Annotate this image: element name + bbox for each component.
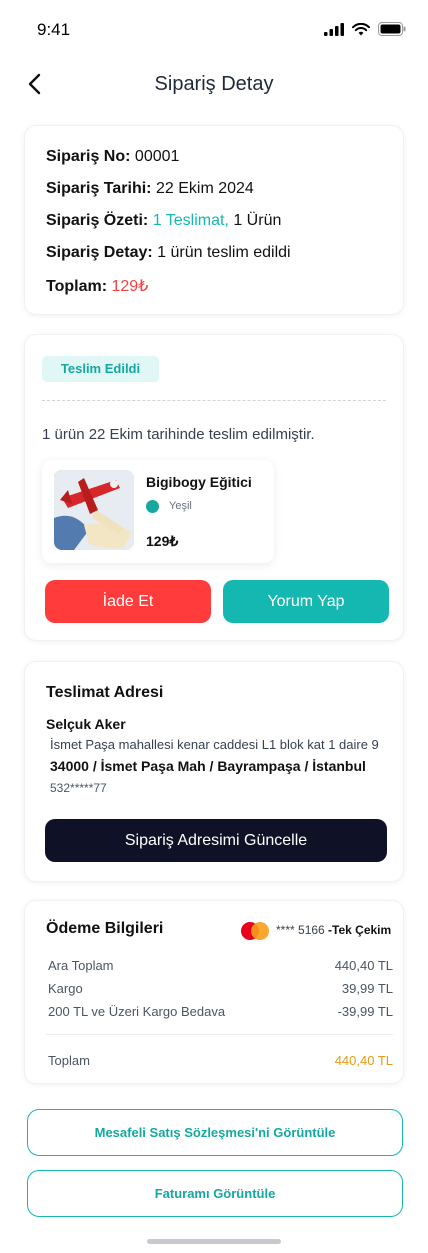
payment-row-value: 39,99 TL bbox=[341, 981, 393, 996]
payment-row: 200 TL ve Üzeri Kargo Bedava -39,99 TL bbox=[48, 1004, 393, 1019]
payment-total-value: 440,40 TL bbox=[334, 1053, 393, 1068]
toy-airplane-image bbox=[54, 470, 134, 550]
return-button[interactable]: İade Et bbox=[45, 580, 211, 623]
payment-row: Ara Toplam 440,40 TL bbox=[48, 958, 393, 973]
order-summary-label: Sipariş Özeti: bbox=[46, 212, 149, 229]
home-indicator bbox=[147, 1239, 281, 1244]
order-date-label: Sipariş Tarihi: bbox=[46, 180, 152, 197]
order-summary-card: Sipariş No: 00001 Sipariş Tarihi: 22 Eki… bbox=[24, 125, 404, 315]
product-image bbox=[54, 470, 134, 550]
status-bar: 9:41 bbox=[0, 0, 428, 60]
update-address-button[interactable]: Sipariş Adresimi Güncelle bbox=[45, 819, 387, 862]
product-color: Yeşil bbox=[169, 500, 192, 512]
order-total-label: Toplam: bbox=[46, 278, 108, 295]
view-contract-button[interactable]: Mesafeli Satış Sözleşmesi'ni Görüntüle bbox=[27, 1109, 403, 1156]
payment-row: Kargo 39,99 TL bbox=[48, 981, 393, 996]
order-detail-value: 1 ürün teslim edildi bbox=[157, 244, 291, 261]
order-detail-row: Sipariş Detay: 1 ürün teslim edildi bbox=[46, 244, 291, 262]
payment-info-card: Ödeme Bilgileri **** 5166 -Tek Çekim Ara… bbox=[24, 900, 404, 1084]
payment-row-label: 200 TL ve Üzeri Kargo Bedava bbox=[48, 1004, 226, 1019]
address-line: İsmet Paşa mahallesi kenar caddesi L1 bl… bbox=[50, 737, 379, 752]
color-swatch bbox=[146, 500, 159, 513]
battery-icon bbox=[378, 22, 406, 36]
mastercard-icon bbox=[241, 922, 269, 940]
payment-row-label: Kargo bbox=[48, 981, 83, 996]
payment-total-label: Toplam bbox=[48, 1053, 90, 1068]
product-name: Bigibogy Eğitici bbox=[146, 474, 252, 490]
address-phone: 532*****77 bbox=[50, 781, 107, 795]
order-no-value: 00001 bbox=[134, 148, 180, 165]
order-detail-label: Sipariş Detay: bbox=[46, 244, 153, 261]
divider bbox=[46, 1034, 393, 1035]
card-payment-type: -Tek Çekim bbox=[324, 923, 392, 937]
status-icons bbox=[324, 22, 406, 36]
card-number: **** 5166 bbox=[276, 923, 325, 937]
order-date-row: Sipariş Tarihi: 22 Ekim 2024 bbox=[46, 180, 254, 198]
recipient-name: Selçuk Aker bbox=[46, 716, 126, 732]
status-badge: Teslim Edildi bbox=[42, 356, 159, 382]
order-summary-items: 1 Ürün bbox=[228, 212, 282, 229]
delivery-address-card: Teslimat Adresi Selçuk Aker İsmet Paşa m… bbox=[24, 661, 404, 882]
divider bbox=[42, 400, 386, 401]
delivery-card: Teslim Edildi 1 ürün 22 Ekim tarihinde t… bbox=[24, 334, 404, 641]
order-no-row: Sipariş No: 00001 bbox=[46, 148, 179, 166]
order-no-label: Sipariş No: bbox=[46, 148, 131, 165]
wifi-icon bbox=[352, 22, 370, 35]
payment-row-value: -39,99 TL bbox=[337, 1004, 393, 1019]
order-total-value: 129₺ bbox=[111, 278, 149, 295]
payment-total-row: Toplam 440,40 TL bbox=[48, 1053, 393, 1068]
page-title: Sipariş Detay bbox=[154, 73, 274, 95]
product-price: 129₺ bbox=[146, 533, 179, 549]
order-summary-row: Sipariş Özeti: 1 Teslimat, 1 Ürün bbox=[46, 212, 281, 230]
delivery-message: 1 ürün 22 Ekim tarihinde teslim edilmişt… bbox=[42, 426, 315, 443]
product-card[interactable]: Bigibogy Eğitici Yeşil 129₺ bbox=[42, 460, 274, 563]
address-city: 34000 / İsmet Paşa Mah / Bayrampaşa / İs… bbox=[50, 758, 366, 774]
status-time: 9:41 bbox=[37, 20, 71, 39]
review-button[interactable]: Yorum Yap bbox=[223, 580, 389, 623]
order-date-value: 22 Ekim 2024 bbox=[155, 180, 254, 197]
cellular-signal-icon bbox=[324, 22, 344, 36]
address-title: Teslimat Adresi bbox=[46, 684, 164, 701]
order-total-row: Toplam: 129₺ bbox=[46, 276, 148, 296]
view-invoice-button[interactable]: Faturamı Görüntüle bbox=[27, 1170, 403, 1217]
payment-title: Ödeme Bilgileri bbox=[46, 920, 164, 937]
payment-row-label: Ara Toplam bbox=[48, 958, 114, 973]
header: Sipariş Detay bbox=[0, 64, 428, 106]
payment-row-value: 440,40 TL bbox=[334, 958, 393, 973]
order-summary-delivery-link[interactable]: 1 Teslimat, bbox=[153, 212, 229, 229]
card-info: **** 5166 -Tek Çekim bbox=[276, 923, 391, 937]
